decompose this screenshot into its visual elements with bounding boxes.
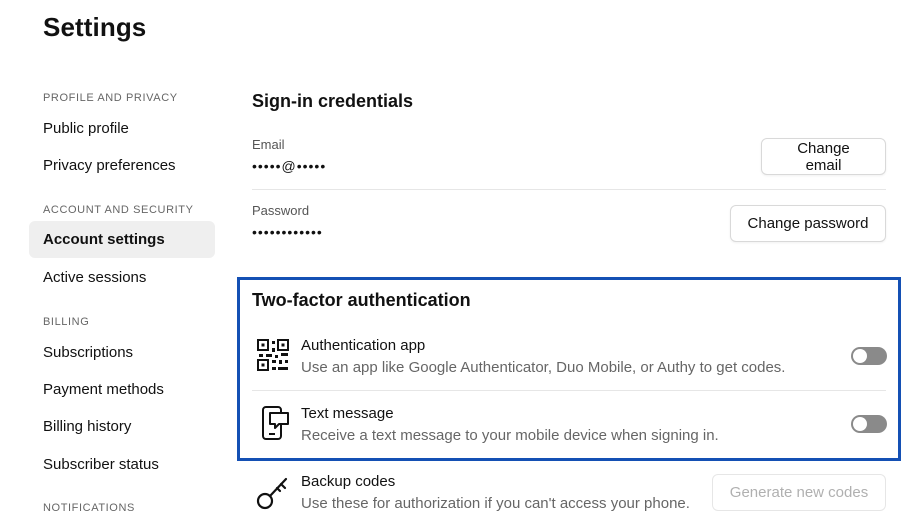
divider (252, 390, 886, 391)
text-message-toggle[interactable] (851, 415, 887, 433)
email-value: •••••@••••• (252, 158, 327, 174)
phone-message-icon (258, 405, 292, 440)
toggle-knob (853, 349, 867, 363)
sidebar-section-billing: BILLING (43, 316, 90, 328)
generate-new-codes-button[interactable]: Generate new codes (712, 474, 886, 511)
sidebar-section-account-and-security: ACCOUNT AND SECURITY (43, 204, 194, 216)
sidebar-item-privacy-preferences[interactable]: Privacy preferences (29, 147, 215, 184)
signin-title: Sign-in credentials (252, 91, 414, 111)
sidebar: PROFILE AND PRIVACY Public profile Priva… (0, 0, 230, 527)
auth-app-description: Use an app like Google Authenticator, Du… (301, 359, 786, 376)
password-label: Password (252, 203, 310, 218)
auth-app-toggle[interactable] (851, 347, 887, 365)
sidebar-item-payment-methods[interactable]: Payment methods (29, 371, 215, 408)
sidebar-section-notifications: NOTIFICATIONS (43, 502, 135, 514)
divider (252, 189, 886, 190)
password-value: •••••••••••• (252, 224, 323, 240)
sidebar-item-active-sessions[interactable]: Active sessions (29, 259, 215, 296)
sidebar-item-billing-history[interactable]: Billing history (29, 408, 215, 445)
backup-codes-title: Backup codes (301, 473, 396, 490)
auth-app-title: Authentication app (301, 337, 426, 354)
key-icon (255, 475, 289, 510)
two-factor-title: Two-factor authentication (252, 290, 471, 310)
sidebar-item-public-profile[interactable]: Public profile (29, 110, 215, 147)
sidebar-item-subscriber-status[interactable]: Subscriber status (29, 446, 215, 483)
change-password-button[interactable]: Change password (730, 205, 886, 242)
text-message-title: Text message (301, 405, 394, 422)
backup-codes-description: Use these for authorization if you can't… (301, 495, 690, 512)
sidebar-item-subscriptions[interactable]: Subscriptions (29, 334, 215, 371)
sidebar-item-account-settings[interactable]: Account settings (29, 221, 215, 258)
sidebar-section-profile-and-privacy: PROFILE AND PRIVACY (43, 92, 178, 104)
qr-code-icon (256, 338, 290, 372)
email-label: Email (252, 137, 285, 152)
text-message-description: Receive a text message to your mobile de… (301, 427, 719, 444)
change-email-button[interactable]: Change email (761, 138, 886, 175)
toggle-knob (853, 417, 867, 431)
